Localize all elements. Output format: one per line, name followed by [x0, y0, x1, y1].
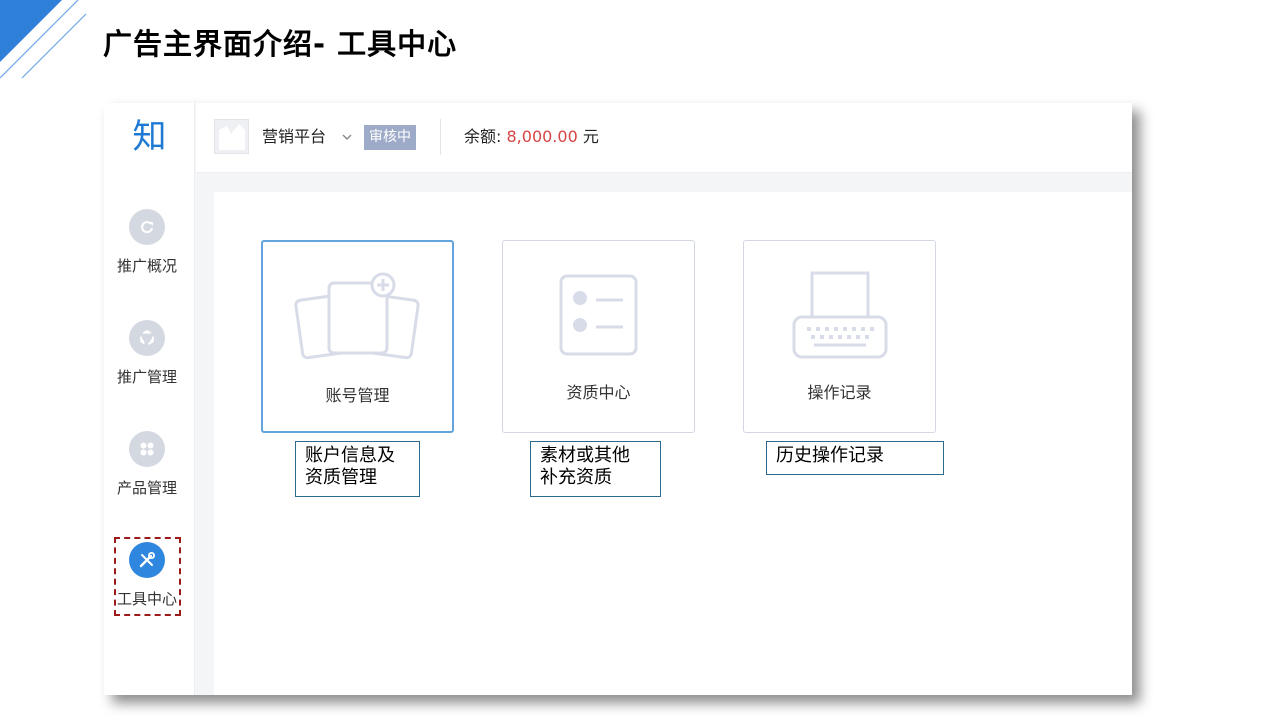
account-cards-icon — [294, 272, 420, 360]
sidebar-item-products[interactable]: 产品管理 — [104, 431, 195, 501]
note-line: 账户信息及 — [305, 445, 395, 466]
top-bar: 营销平台 审核中 余额: 8,000.00 元 — [196, 103, 1132, 173]
sidebar-item-promotion[interactable]: 推广管理 — [104, 320, 195, 390]
grid-icon — [129, 431, 165, 467]
qualification-center-card[interactable]: 资质中心 — [502, 240, 695, 433]
tools-highlight-frame — [114, 537, 181, 616]
card-label: 操作记录 — [807, 383, 872, 402]
status-badge: 审核中 — [364, 125, 416, 150]
note-line: 历史操作记录 — [776, 445, 884, 466]
chevron-down-icon[interactable] — [340, 130, 354, 144]
avatar[interactable] — [214, 119, 249, 154]
app-logo: 知 — [132, 117, 167, 157]
platform-selector[interactable]: 营销平台 — [262, 125, 326, 149]
refresh-circle-icon — [129, 209, 165, 245]
note-line: 补充资质 — [540, 467, 612, 488]
account-management-card[interactable]: 账号管理 — [261, 240, 454, 433]
note-qualification-center: 素材或其他 补充资质 — [530, 441, 661, 497]
sidebar-item-label: 推广管理 — [116, 368, 177, 386]
sidebar-item-label: 产品管理 — [116, 479, 177, 497]
app-screenshot: 知 推广概况 推广管理 产品管理 工具中心 营销平台 审核中 余额: 8,000… — [104, 103, 1132, 695]
note-line: 素材或其他 — [540, 445, 630, 466]
divider — [440, 119, 441, 155]
note-account-management: 账户信息及 资质管理 — [295, 441, 420, 497]
note-line: 资质管理 — [305, 467, 377, 488]
note-operation-log: 历史操作记录 — [766, 441, 944, 475]
balance-display: 余额: 8,000.00 元 — [464, 125, 599, 149]
qualification-list-icon — [559, 274, 638, 356]
operation-log-card[interactable]: 操作记录 — [743, 240, 936, 433]
cycle-icon — [129, 320, 165, 356]
corner-decoration — [0, 0, 87, 79]
sidebar-item-label: 推广概况 — [116, 257, 177, 275]
balance-label: 余额: — [464, 127, 502, 146]
card-label: 资质中心 — [566, 383, 631, 402]
balance-unit: 元 — [582, 127, 599, 146]
card-label: 账号管理 — [325, 386, 390, 405]
typewriter-icon — [792, 271, 888, 359]
slide-title: 广告主界面介绍- 工具中心 — [103, 27, 458, 61]
sidebar-item-overview[interactable]: 推广概况 — [104, 209, 195, 279]
sidebar: 知 推广概况 推广管理 产品管理 工具中心 — [104, 103, 195, 695]
balance-amount: 8,000.00 — [506, 127, 578, 146]
